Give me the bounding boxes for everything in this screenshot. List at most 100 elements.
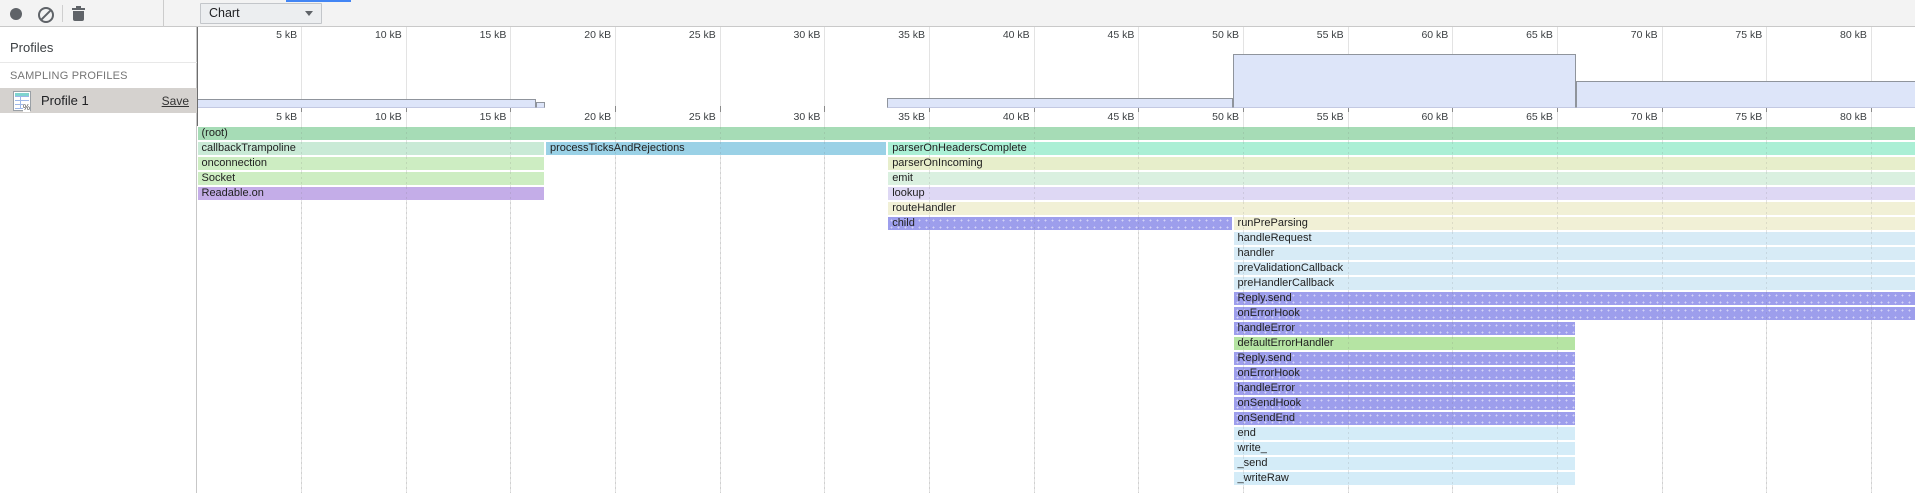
- overview-ruler-label: 60 kB: [1368, 29, 1448, 41]
- flame-ruler-label: 50 kB: [1159, 111, 1239, 123]
- flame-block-Reply.send[interactable]: Reply.send: [1234, 352, 1575, 365]
- flame-chart-canvas[interactable]: 5 kB5 kB10 kB10 kB15 kB15 kB20 kB20 kB25…: [0, 0, 1915, 493]
- flame-ruler-label: 45 kB: [1054, 111, 1134, 123]
- overview-ruler-label: 70 kB: [1578, 29, 1658, 41]
- ruler-tick: [1034, 106, 1035, 112]
- profile-icon-percent: %: [23, 104, 30, 112]
- sidebar-item-profile-1[interactable]: % Profile 1 Save: [0, 88, 197, 113]
- flame-ruler-label: 15 kB: [426, 111, 506, 123]
- toolbar-separator: [62, 5, 63, 22]
- overview-ruler-label: 50 kB: [1159, 29, 1239, 41]
- flame-block-_send[interactable]: _send: [1234, 457, 1575, 470]
- flame-block-end[interactable]: end: [1234, 427, 1575, 440]
- save-link[interactable]: Save: [162, 94, 189, 108]
- ruler-tick: [1243, 106, 1244, 112]
- toolbar-panel-separator: [163, 0, 164, 27]
- overview-ruler-label: 75 kB: [1682, 29, 1762, 41]
- flame-block-parserOnHeadersComplete[interactable]: parserOnHeadersComplete: [888, 142, 1915, 155]
- flame-block-routeHandler[interactable]: routeHandler: [888, 202, 1915, 215]
- overview-ruler-label: 35 kB: [845, 29, 925, 41]
- flame-block-onErrorHook[interactable]: onErrorHook: [1234, 367, 1575, 380]
- flame-ruler-label: 80 kB: [1787, 111, 1867, 123]
- grid-line: [1766, 27, 1767, 493]
- grid-line: [301, 27, 302, 493]
- flame-ruler-label: 20 kB: [531, 111, 611, 123]
- flame-block-preHandlerCallback[interactable]: preHandlerCallback: [1234, 277, 1915, 290]
- ruler-tick: [1662, 106, 1663, 112]
- flame-ruler-label: 25 kB: [636, 111, 716, 123]
- clear-all-icon[interactable]: [38, 7, 54, 23]
- trash-icon[interactable]: [72, 6, 85, 21]
- flame-block-handleError[interactable]: handleError: [1234, 382, 1575, 395]
- overview-memory-graph-segment[interactable]: [887, 98, 1232, 108]
- flame-block-onSendEnd[interactable]: onSendEnd: [1234, 412, 1575, 425]
- overview-memory-graph-segment[interactable]: [536, 102, 545, 108]
- sampling-profile-icon: %: [13, 91, 31, 111]
- overview-memory-graph-segment[interactable]: [1233, 54, 1576, 108]
- grid-line: [510, 27, 511, 493]
- overview-ruler-label: 30 kB: [740, 29, 820, 41]
- ruler-tick: [720, 106, 721, 112]
- trash-lid: [72, 8, 85, 10]
- flame-block-emit[interactable]: emit: [888, 172, 1915, 185]
- overview-ruler-label: 10 kB: [322, 29, 402, 41]
- flame-grid-dash: [720, 127, 721, 493]
- flame-ruler-label: 10 kB: [322, 111, 402, 123]
- ruler-tick: [1871, 106, 1872, 112]
- grid-line: [615, 27, 616, 493]
- flame-block-lookup[interactable]: lookup: [888, 187, 1915, 200]
- chart-view-select[interactable]: Chart: [200, 3, 322, 24]
- overview-ruler-label: 25 kB: [636, 29, 716, 41]
- sidebar-divider: [0, 62, 197, 63]
- ruler-tick: [510, 106, 511, 112]
- sidebar: Profiles SAMPLING PROFILES % Profile 1 S…: [0, 27, 197, 493]
- grid-line: [1871, 27, 1872, 493]
- overview-ruler-label: 15 kB: [426, 29, 506, 41]
- profile-name: Profile 1: [41, 93, 89, 108]
- trash-body: [73, 11, 84, 21]
- grid-line: [1662, 27, 1663, 493]
- flame-block-onSendHook[interactable]: onSendHook: [1234, 397, 1575, 410]
- flame-block-preValidationCallback[interactable]: preValidationCallback: [1234, 262, 1915, 275]
- grid-line: [824, 27, 825, 493]
- flame-block-handleError[interactable]: handleError: [1234, 322, 1575, 335]
- flame-block-processTicksAndRejections[interactable]: processTicksAndRejections: [546, 142, 886, 155]
- overview-ruler-label: 55 kB: [1264, 29, 1344, 41]
- flame-block-handler[interactable]: handler: [1234, 247, 1915, 260]
- flame-block-root[interactable]: (root): [198, 127, 1915, 140]
- record-icon[interactable]: [10, 8, 22, 20]
- flame-block-write_[interactable]: write_: [1234, 442, 1575, 455]
- flame-block-callbackTrampoline[interactable]: callbackTrampoline: [198, 142, 544, 155]
- flame-block-onconnection[interactable]: onconnection: [198, 157, 544, 170]
- sampling-profiles-section-label: SAMPLING PROFILES: [10, 70, 128, 82]
- ruler-tick: [1766, 106, 1767, 112]
- flame-ruler-label: 75 kB: [1682, 111, 1762, 123]
- overview-ruler-label: 40 kB: [950, 29, 1030, 41]
- chart-view-select-value: Chart: [209, 6, 240, 20]
- flame-grid-dash: [615, 127, 616, 493]
- flame-block-child[interactable]: child: [888, 217, 1231, 230]
- flame-block-_writeRaw[interactable]: _writeRaw: [1234, 472, 1575, 485]
- profiles-heading: Profiles: [10, 40, 53, 55]
- grid-line: [1138, 27, 1139, 493]
- flame-ruler-label: 65 kB: [1473, 111, 1553, 123]
- flame-block-defaultErrorHandler[interactable]: defaultErrorHandler: [1234, 337, 1575, 350]
- overview-ruler-label: 80 kB: [1787, 29, 1867, 41]
- flame-block-Reply.send[interactable]: Reply.send: [1234, 292, 1915, 305]
- flame-block-onErrorHook[interactable]: onErrorHook: [1234, 307, 1915, 320]
- flame-block-Socket[interactable]: Socket: [198, 172, 544, 185]
- ruler-tick: [824, 106, 825, 112]
- flame-block-runPreParsing[interactable]: runPreParsing: [1234, 217, 1915, 230]
- flame-grid-dash: [824, 127, 825, 493]
- flame-block-handleRequest[interactable]: handleRequest: [1234, 232, 1915, 245]
- overview-memory-graph-segment[interactable]: [197, 99, 536, 108]
- flame-ruler-label: 30 kB: [740, 111, 820, 123]
- tab-indicator: [286, 0, 351, 2]
- flame-block-Readable.on[interactable]: Readable.on: [198, 187, 544, 200]
- ruler-tick: [301, 106, 302, 112]
- flame-block-parserOnIncoming[interactable]: parserOnIncoming: [888, 157, 1915, 170]
- grid-line: [406, 27, 407, 493]
- flame-ruler-label: 60 kB: [1368, 111, 1448, 123]
- ruler-tick: [1348, 106, 1349, 112]
- overview-memory-graph-segment[interactable]: [1576, 81, 1915, 108]
